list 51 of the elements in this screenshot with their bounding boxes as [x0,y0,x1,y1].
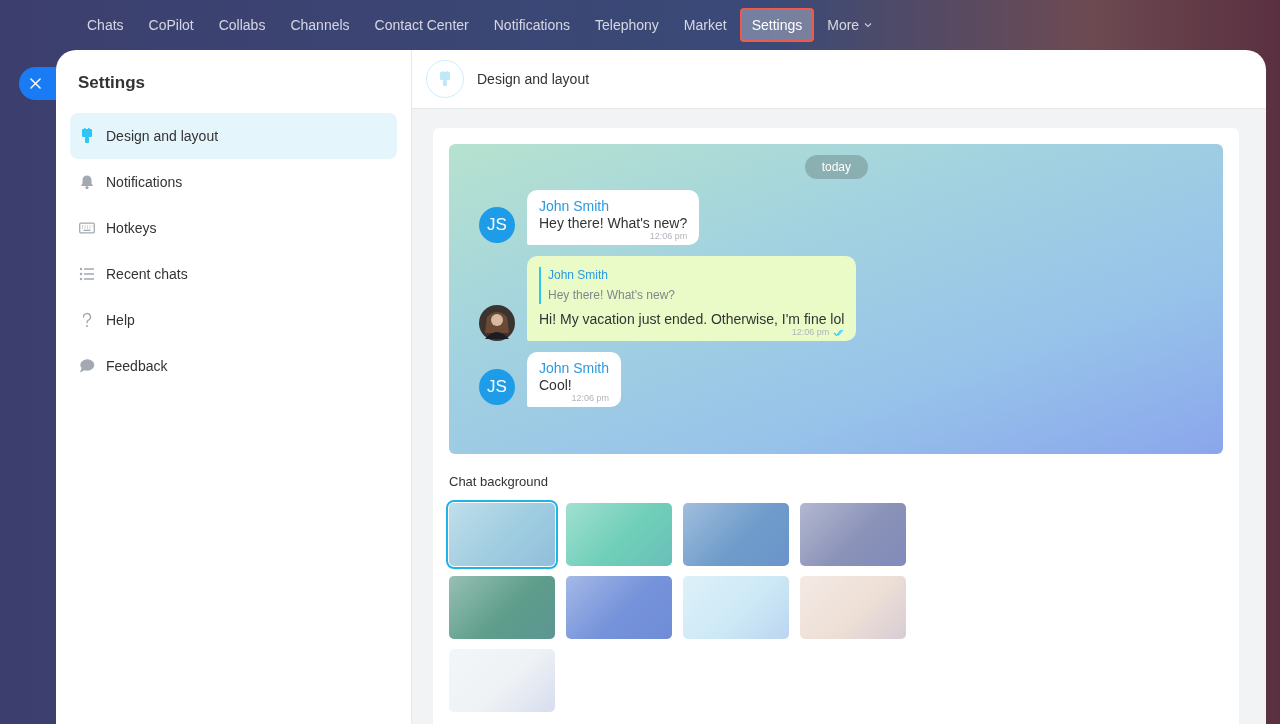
message-time: 12:06 pm [571,393,610,403]
avatar: JS [479,369,515,405]
sidebar-item[interactable]: Hotkeys [70,205,397,251]
background-swatch[interactable] [800,576,906,639]
sidebar-item[interactable]: Help [70,297,397,343]
nav-link[interactable]: Chats [75,8,136,42]
background-swatch[interactable] [566,503,672,566]
caret-icon [864,22,873,28]
background-swatch[interactable] [449,576,555,639]
close-icon [30,78,41,89]
message-text: Hey there! What's new? [539,215,688,231]
sidebar-item[interactable]: Notifications [70,159,397,205]
background-swatch[interactable] [566,576,672,639]
brush-icon [79,128,95,144]
background-swatch[interactable] [449,503,555,566]
bell-icon [79,174,95,190]
quote-author: John Smith [548,268,610,282]
sidebar-item[interactable]: Feedback [70,343,397,389]
section-title: Design and layout [477,71,590,87]
sidebar-item[interactable]: Recent chats [70,251,397,297]
list-icon [79,266,95,282]
close-button[interactable] [19,67,56,100]
background-swatch[interactable] [800,503,906,566]
keyboard-icon [79,220,95,236]
message-text: Cool! [539,377,573,393]
message-time: 12:06 pm [791,327,830,337]
nav-link[interactable]: Settings [739,8,815,42]
nav-link[interactable]: Contact Center [362,8,481,42]
nav-link[interactable]: Market [671,8,739,42]
nav-link[interactable]: Collabs [206,8,278,42]
background-swatch[interactable] [449,649,555,712]
speech-bubble-icon [79,358,95,374]
message-text: Hi! My vacation just ended. Otherwise, I'm fine lol [539,311,845,327]
nav-link[interactable]: CoPilot [136,8,206,42]
user-avatar [479,305,515,341]
message-author: John Smith [539,198,611,214]
nav-link[interactable]: Telephony [583,8,671,42]
nav-link[interactable]: Channels [278,8,362,42]
background-swatch[interactable] [683,503,789,566]
sidebar-item[interactable]: Design and layout [70,113,397,159]
message-author: John Smith [539,360,610,376]
quote-text: Hey there! What's new? [548,288,676,302]
sidebar-title: Settings [77,72,147,94]
brush-icon [437,71,453,87]
nav-link[interactable]: Notifications [481,8,582,42]
background-swatch[interactable] [683,576,789,639]
date-badge: today [804,155,868,179]
nav-link[interactable]: More [815,8,885,42]
message-time: 12:06 pm [649,231,688,241]
avatar: JS [479,207,515,243]
section-label: Chat background [449,474,549,489]
